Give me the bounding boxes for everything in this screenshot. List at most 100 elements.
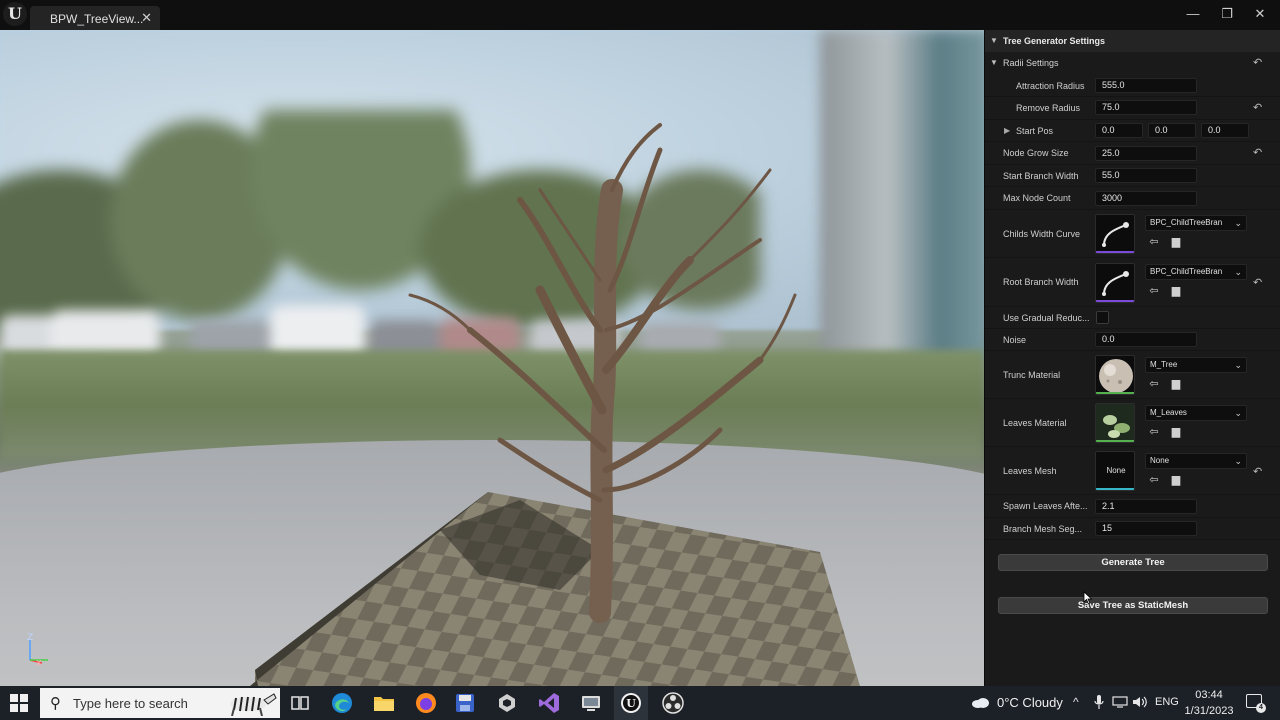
attraction-radius-label: Attraction Radius [1016, 81, 1085, 91]
level-viewport[interactable]: Z X [0, 30, 984, 686]
leaves-material-label: Leaves Material [1003, 418, 1067, 428]
reset-to-default-icon[interactable]: ↶ [1253, 102, 1265, 114]
start-branch-width-input[interactable]: 55.0 [1095, 168, 1197, 183]
edge-browser-icon[interactable] [330, 691, 354, 715]
unreal-logo-icon[interactable]: U [3, 2, 27, 26]
start-pos-x-input[interactable]: 0.0 [1095, 123, 1143, 138]
minimize-button[interactable]: — [1183, 6, 1203, 24]
weather-cloud-icon[interactable] [970, 695, 990, 709]
material-thumbnail[interactable] [1095, 403, 1135, 443]
use-selected-asset-icon[interactable]: ⇦ [1147, 425, 1161, 439]
row-attraction-radius: Attraction Radius 555.0 [985, 75, 1280, 97]
branch-mesh-segments-input[interactable]: 15 [1095, 521, 1197, 536]
close-window-button[interactable]: ✕ [1250, 6, 1270, 24]
input-language-indicator[interactable]: ENG [1155, 696, 1179, 708]
max-node-count-label: Max Node Count [1003, 193, 1071, 203]
browse-asset-folder-icon[interactable]: ▆ [1169, 473, 1183, 487]
use-selected-asset-icon[interactable]: ⇦ [1147, 473, 1161, 487]
node-grow-size-input[interactable]: 25.0 [1095, 146, 1197, 161]
noise-label: Noise [1003, 335, 1027, 345]
zebra-search-highlight-icon [230, 693, 277, 716]
root-branch-width-combo[interactable]: BPC_ChildTreeBran ⌄ [1145, 264, 1247, 280]
expand-caret-icon[interactable]: ▶ [1004, 126, 1010, 135]
document-tab-close-icon[interactable]: ✕ [141, 10, 152, 26]
spawn-leaves-after-input[interactable]: 2.1 [1095, 499, 1197, 514]
subsection-radii-settings[interactable]: ▼ Radii Settings ↶ [985, 52, 1280, 74]
use-gradual-reduction-label: Use Gradual Reduc... [1003, 313, 1090, 323]
firefox-icon[interactable] [414, 691, 438, 715]
use-selected-asset-icon[interactable]: ⇦ [1147, 377, 1161, 391]
empty-thumbnail-label: None [1106, 466, 1126, 475]
volume-icon[interactable] [1132, 696, 1148, 708]
remote-desktop-icon[interactable] [579, 691, 603, 715]
browse-asset-folder-icon[interactable]: ▆ [1169, 425, 1183, 439]
trunc-material-combo[interactable]: M_Tree ⌄ [1145, 357, 1247, 373]
unreal-engine-taskbar-icon[interactable]: U [619, 691, 643, 715]
row-start-branch-width: Start Branch Width 55.0 [985, 165, 1280, 187]
unity-hub-icon[interactable] [495, 691, 519, 715]
curve-icon [1102, 222, 1129, 247]
browse-asset-folder-icon[interactable]: ▆ [1169, 235, 1183, 249]
visual-studio-icon[interactable] [537, 691, 561, 715]
network-icon[interactable] [1112, 696, 1128, 708]
childs-width-curve-combo[interactable]: BPC_ChildTreeBran ⌄ [1145, 215, 1247, 231]
collapse-caret-icon[interactable]: ▼ [990, 52, 998, 74]
chevron-down-icon: ⌄ [1232, 406, 1242, 420]
taskbar-search-box[interactable]: ⚲ Type here to search [40, 688, 280, 718]
file-explorer-icon[interactable] [372, 691, 396, 715]
collapse-caret-icon[interactable]: ▼ [990, 30, 998, 52]
document-tab[interactable]: BPW_TreeView... ✕ [30, 6, 160, 30]
curve-asset-thumbnail[interactable] [1095, 263, 1135, 303]
childs-width-curve-label: Childs Width Curve [1003, 229, 1081, 239]
microphone-icon[interactable] [1094, 695, 1104, 709]
search-placeholder: Type here to search [73, 696, 188, 711]
combo-value: M_Tree [1150, 360, 1178, 369]
start-pos-z-input[interactable]: 0.0 [1201, 123, 1249, 138]
leaves-mesh-label: Leaves Mesh [1003, 466, 1057, 476]
row-trunc-material: Trunc Material M_Tree ⌄ ⇦ ▆ [985, 351, 1280, 399]
remove-radius-input[interactable]: 75.0 [1095, 100, 1197, 115]
mesh-thumbnail[interactable]: None [1095, 451, 1135, 491]
clock-time[interactable]: 03:44 [1184, 689, 1234, 701]
windows-start-icon[interactable] [10, 694, 28, 712]
browse-asset-folder-icon[interactable]: ▆ [1169, 284, 1183, 298]
noise-input[interactable]: 0.0 [1095, 332, 1197, 347]
leaves-material-combo[interactable]: M_Leaves ⌄ [1145, 405, 1247, 421]
leaves-mesh-combo[interactable]: None ⌄ [1145, 453, 1247, 469]
browse-asset-folder-icon[interactable]: ▆ [1169, 377, 1183, 391]
max-node-count-input[interactable]: 3000 [1095, 191, 1197, 206]
combo-value: BPC_ChildTreeBran [1150, 267, 1223, 276]
bark-material-sphere-icon [1099, 359, 1133, 393]
search-icon: ⚲ [50, 695, 61, 712]
use-selected-asset-icon[interactable]: ⇦ [1147, 284, 1161, 298]
start-pos-y-input[interactable]: 0.0 [1148, 123, 1196, 138]
chevron-down-icon: ⌄ [1232, 216, 1242, 230]
curve-asset-thumbnail[interactable] [1095, 214, 1135, 254]
maximize-button[interactable]: ❐ [1217, 6, 1237, 24]
reset-to-default-icon[interactable]: ↶ [1253, 277, 1265, 289]
axis-gizmo: Z X [27, 633, 48, 668]
material-thumbnail[interactable] [1095, 355, 1135, 395]
leaves-material-icon [1096, 404, 1134, 442]
attraction-radius-input[interactable]: 555.0 [1095, 78, 1197, 93]
row-max-node-count: Max Node Count 3000 [985, 187, 1280, 210]
combo-value: M_Leaves [1150, 408, 1187, 417]
reset-to-default-icon[interactable]: ↶ [1253, 466, 1265, 478]
clock-date[interactable]: 1/31/2023 [1180, 705, 1238, 717]
use-gradual-reduction-checkbox[interactable] [1096, 311, 1109, 324]
combo-value: BPC_ChildTreeBran [1150, 218, 1223, 227]
asset-type-underline [1096, 440, 1134, 442]
save-disk-app-icon[interactable] [453, 691, 477, 715]
obs-studio-icon[interactable] [661, 691, 685, 715]
generate-tree-button[interactable]: Generate Tree [998, 554, 1268, 571]
reset-to-default-icon[interactable]: ↶ [1253, 57, 1265, 69]
section-title: Tree Generator Settings [1003, 36, 1106, 46]
weather-text[interactable]: 0°C Cloudy [997, 695, 1063, 710]
use-selected-asset-icon[interactable]: ⇦ [1147, 235, 1161, 249]
section-tree-generator-settings[interactable]: ▼ Tree Generator Settings [985, 30, 1280, 52]
save-tree-as-static-mesh-button[interactable]: Save Tree as StaticMesh [998, 597, 1268, 614]
reset-to-default-icon[interactable]: ↶ [1253, 147, 1265, 159]
show-hidden-icons-chevron-icon[interactable]: ^ [1073, 695, 1079, 709]
task-view-icon[interactable] [288, 691, 312, 715]
chevron-down-icon: ⌄ [1232, 265, 1242, 279]
